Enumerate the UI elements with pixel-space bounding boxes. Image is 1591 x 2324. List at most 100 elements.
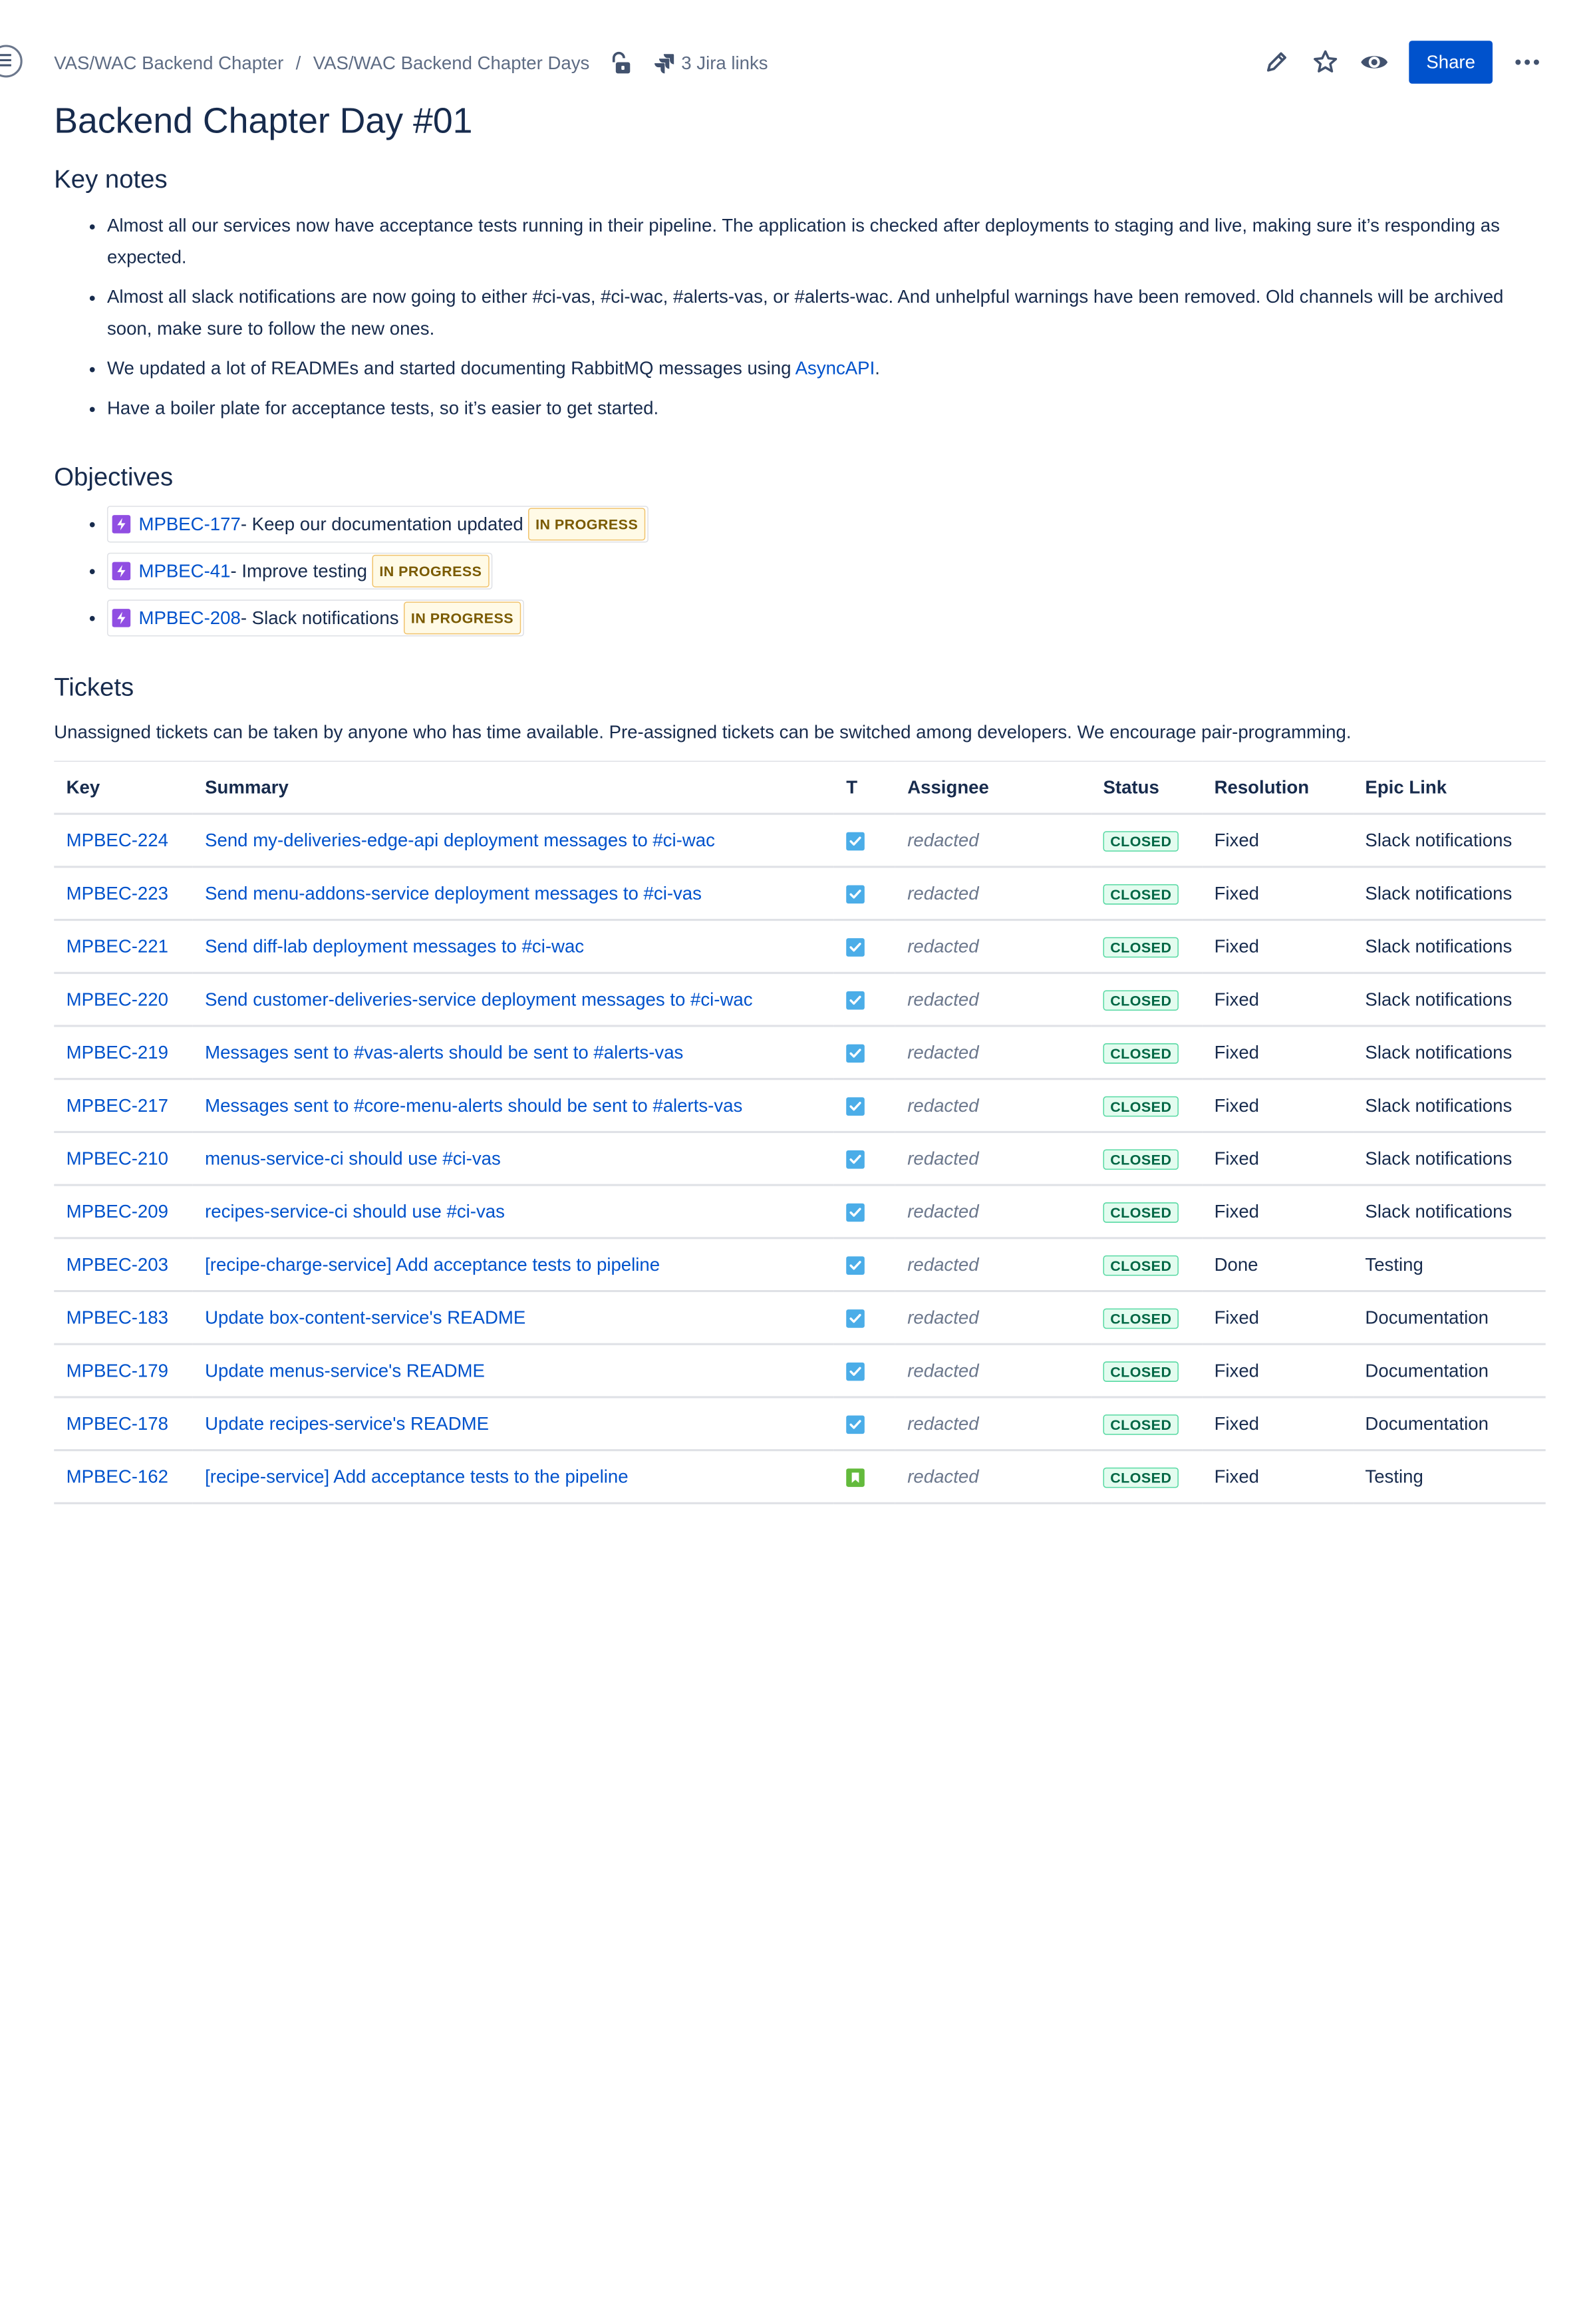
list-item-text: We updated a lot of READMEs and started … (106, 358, 796, 379)
status-badge: CLOSED (1103, 1148, 1179, 1170)
star-icon (1314, 50, 1338, 73)
star-button[interactable] (1305, 42, 1346, 83)
column-header-assignee[interactable]: Assignee (895, 760, 1091, 815)
ticket-key-link[interactable]: MPBEC-203 (67, 1254, 168, 1275)
status-badge: CLOSED (1103, 1255, 1179, 1275)
table-row: MPBEC-203 [recipe-charge-service] Add acc… (54, 1238, 1546, 1293)
ticket-key-link[interactable]: MPBEC-217 (67, 1094, 168, 1115)
ticket-key-cell: MPBEC-162 (54, 1450, 193, 1504)
jira-links-button[interactable]: 3 Jira links (652, 52, 768, 75)
ticket-epic-link: Slack notifications (1353, 814, 1546, 868)
jira-issue-macro[interactable]: MPBEC-208 - Slack notifications IN PROGR… (106, 599, 524, 637)
epic-icon (112, 609, 131, 627)
objective-issue-key[interactable]: MPBEC-41 (138, 557, 230, 585)
ticket-key-link[interactable]: MPBEC-221 (67, 935, 168, 956)
column-header-key[interactable]: Key (54, 760, 193, 815)
more-actions-button[interactable] (1507, 42, 1547, 83)
unlock-icon[interactable] (610, 51, 633, 76)
column-header-status[interactable]: Status (1091, 760, 1203, 815)
objectives-list: MPBEC-177 - Keep our documentation updat… (54, 506, 1548, 637)
ticket-summary-link[interactable]: Send my-deliveries-edge-api deployment m… (205, 830, 715, 850)
status-badge: CLOSED (1103, 1307, 1179, 1329)
ticket-key-cell: MPBEC-178 (54, 1397, 193, 1452)
table-row: MPBEC-221 Send diff-lab deployment messag… (54, 919, 1546, 974)
tickets-table: Key Summary T Assignee Status Resolution… (54, 760, 1546, 1504)
list-item: Almost all slack notifications are now g… (107, 281, 1548, 345)
ticket-assignee: redacted (895, 1397, 1091, 1452)
watch-button[interactable] (1354, 42, 1395, 83)
table-row: MPBEC-179 Update menus-service's README re… (54, 1344, 1546, 1399)
ticket-summary-link[interactable]: [recipe-charge-service] Add acceptance t… (205, 1254, 660, 1275)
ticket-epic-link: Slack notifications (1353, 866, 1546, 921)
list-item: Have a boiler plate for acceptance tests… (107, 393, 1548, 424)
tickets-table-body: MPBEC-224 Send my-deliveries-edge-api dep… (54, 814, 1546, 1504)
column-header-resolution[interactable]: Resolution (1202, 760, 1354, 815)
task-icon (846, 1096, 865, 1116)
table-row: MPBEC-224 Send my-deliveries-edge-api dep… (54, 814, 1546, 868)
breadcrumb-separator: / (295, 52, 301, 73)
page-content: Backend Chapter Day #01 Key notes Almost… (54, 98, 1548, 1504)
key-notes-list: Almost all our services now have accepta… (54, 210, 1548, 424)
jira-issue-macro[interactable]: MPBEC-177 - Keep our documentation updat… (106, 506, 649, 543)
status-badge: CLOSED (1103, 989, 1179, 1011)
ticket-epic-link: Testing (1353, 1238, 1546, 1293)
ticket-key-cell: MPBEC-219 (54, 1025, 193, 1080)
edit-button[interactable] (1256, 42, 1296, 83)
share-button[interactable]: Share (1409, 41, 1493, 84)
task-icon (846, 1150, 865, 1169)
column-header-epic-link[interactable]: Epic Link (1353, 760, 1546, 815)
jira-issue-macro[interactable]: MPBEC-41 - Improve testing IN PROGRESS (106, 552, 492, 589)
ticket-type-cell (833, 973, 895, 1027)
ticket-summary-link[interactable]: Send diff-lab deployment messages to #ci… (205, 935, 584, 956)
ticket-key-link[interactable]: MPBEC-178 (67, 1413, 168, 1434)
ticket-key-link[interactable]: MPBEC-183 (67, 1307, 168, 1327)
ticket-status-cell: CLOSED (1091, 1344, 1203, 1399)
objective-item: MPBEC-41 - Improve testing IN PROGRESS (106, 552, 1548, 589)
column-header-type[interactable]: T (833, 760, 895, 815)
ticket-status-cell: CLOSED (1091, 1450, 1203, 1504)
ticket-key-link[interactable]: MPBEC-162 (67, 1466, 168, 1486)
status-badge: IN PROGRESS (528, 508, 645, 541)
breadcrumb-item[interactable]: VAS/WAC Backend Chapter (54, 53, 283, 74)
ticket-type-cell (833, 919, 895, 974)
ticket-epic-link: Documentation (1353, 1344, 1546, 1399)
ticket-type-cell (833, 1344, 895, 1399)
objective-issue-key[interactable]: MPBEC-208 (138, 603, 240, 632)
ticket-summary-link[interactable]: menus-service-ci should use #ci-vas (205, 1148, 501, 1168)
ticket-summary-link[interactable]: Update recipes-service's README (205, 1413, 489, 1434)
ticket-key-link[interactable]: MPBEC-220 (67, 989, 168, 1009)
ticket-summary-link[interactable]: Send customer-deliveries-service deploym… (205, 989, 752, 1009)
jira-links-label: 3 Jira links (681, 52, 768, 73)
status-badge: CLOSED (1103, 1466, 1179, 1488)
ticket-key-cell: MPBEC-183 (54, 1291, 193, 1345)
ticket-assignee: redacted (895, 1291, 1091, 1345)
ticket-summary-link[interactable]: recipes-service-ci should use #ci-vas (205, 1201, 505, 1222)
column-header-summary[interactable]: Summary (192, 760, 834, 815)
ticket-summary-cell: Send menu-addons-service deployment mess… (192, 866, 834, 921)
ticket-summary-cell: Messages sent to #core-menu-alerts shoul… (192, 1079, 834, 1133)
ticket-key-link[interactable]: MPBEC-224 (67, 830, 168, 850)
ticket-epic-link: Slack notifications (1353, 973, 1546, 1027)
task-icon (846, 1362, 865, 1381)
ticket-type-cell (833, 1079, 895, 1133)
ticket-summary-link[interactable]: Update menus-service's README (205, 1360, 485, 1381)
ticket-key-link[interactable]: MPBEC-219 (67, 1042, 168, 1063)
ticket-summary-link[interactable]: Messages sent to #vas-alerts should be s… (205, 1042, 683, 1063)
ticket-summary-link[interactable]: Send menu-addons-service deployment mess… (205, 883, 702, 904)
asyncapi-link[interactable]: AsyncAPI (796, 358, 875, 379)
status-badge: CLOSED (1103, 1043, 1179, 1063)
ticket-summary-link[interactable]: Messages sent to #core-menu-alerts shoul… (205, 1094, 742, 1115)
breadcrumb-item[interactable]: VAS/WAC Backend Chapter Days (313, 53, 590, 74)
ticket-summary-link[interactable]: [recipe-service] Add acceptance tests to… (205, 1466, 628, 1486)
sidebar-toggle-button[interactable] (0, 45, 23, 78)
ticket-summary-link[interactable]: Update box-content-service's README (205, 1307, 525, 1327)
ticket-key-link[interactable]: MPBEC-210 (67, 1148, 168, 1168)
status-badge: CLOSED (1103, 1361, 1179, 1382)
ticket-key-link[interactable]: MPBEC-223 (67, 883, 168, 904)
ticket-epic-link: Testing (1353, 1450, 1546, 1504)
top-bar: VAS/WAC Backend Chapter / VAS/WAC Backen… (54, 41, 1548, 84)
ticket-key-link[interactable]: MPBEC-209 (67, 1201, 168, 1222)
ticket-key-link[interactable]: MPBEC-179 (67, 1360, 168, 1381)
ticket-status-cell: CLOSED (1091, 973, 1203, 1027)
objective-issue-key[interactable]: MPBEC-177 (138, 510, 240, 538)
